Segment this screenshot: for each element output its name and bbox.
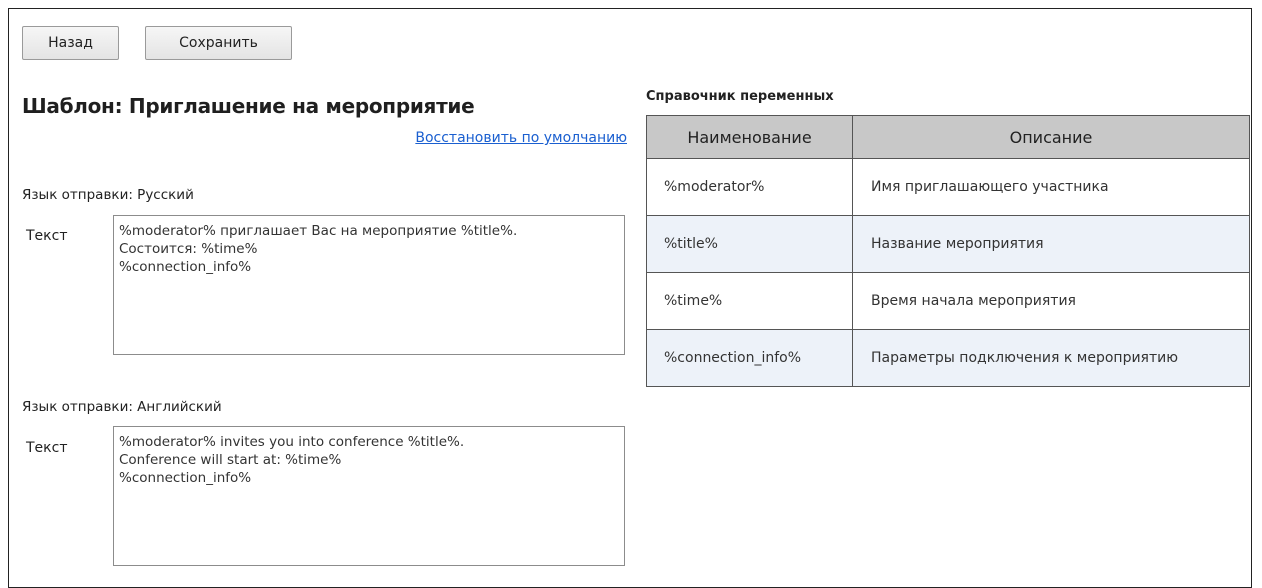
language-heading-russian: Язык отправки: Русский (22, 187, 194, 203)
variable-name: %time% (646, 272, 853, 330)
variable-description: Параметры подключения к мероприятию (852, 329, 1250, 387)
variable-name: %connection_info% (646, 329, 853, 387)
table-header-row: Наименование Описание (646, 115, 1250, 159)
restore-defaults-link[interactable]: Восстановить по умолчанию (369, 130, 627, 146)
variables-table: Наименование Описание %moderator% Имя пр… (646, 115, 1250, 387)
template-editor-panel: Назад Сохранить Шаблон: Приглашение на м… (8, 8, 1252, 588)
column-header-name: Наименование (646, 115, 853, 159)
table-row: %time% Время начала мероприятия (646, 272, 1250, 330)
variable-name: %title% (646, 215, 853, 273)
message-text-english[interactable]: %moderator% invites you into conference … (113, 426, 625, 566)
column-header-description: Описание (852, 115, 1250, 159)
variable-description: Имя приглашающего участника (852, 158, 1250, 216)
table-row: %connection_info% Параметры подключения … (646, 329, 1250, 387)
variables-reference-title: Справочник переменных (646, 89, 834, 104)
save-button[interactable]: Сохранить (145, 26, 292, 60)
text-field-label-russian: Текст (26, 228, 68, 244)
language-heading-english: Язык отправки: Английский (22, 399, 222, 415)
back-button[interactable]: Назад (22, 26, 119, 60)
variable-description: Название мероприятия (852, 215, 1250, 273)
variable-name: %moderator% (646, 158, 853, 216)
page-title: Шаблон: Приглашение на мероприятие (22, 94, 475, 118)
table-row: %title% Название мероприятия (646, 215, 1250, 273)
message-text-russian[interactable]: %moderator% приглашает Вас на мероприяти… (113, 215, 625, 355)
table-row: %moderator% Имя приглашающего участника (646, 158, 1250, 216)
variable-description: Время начала мероприятия (852, 272, 1250, 330)
text-field-label-english: Текст (26, 440, 68, 456)
